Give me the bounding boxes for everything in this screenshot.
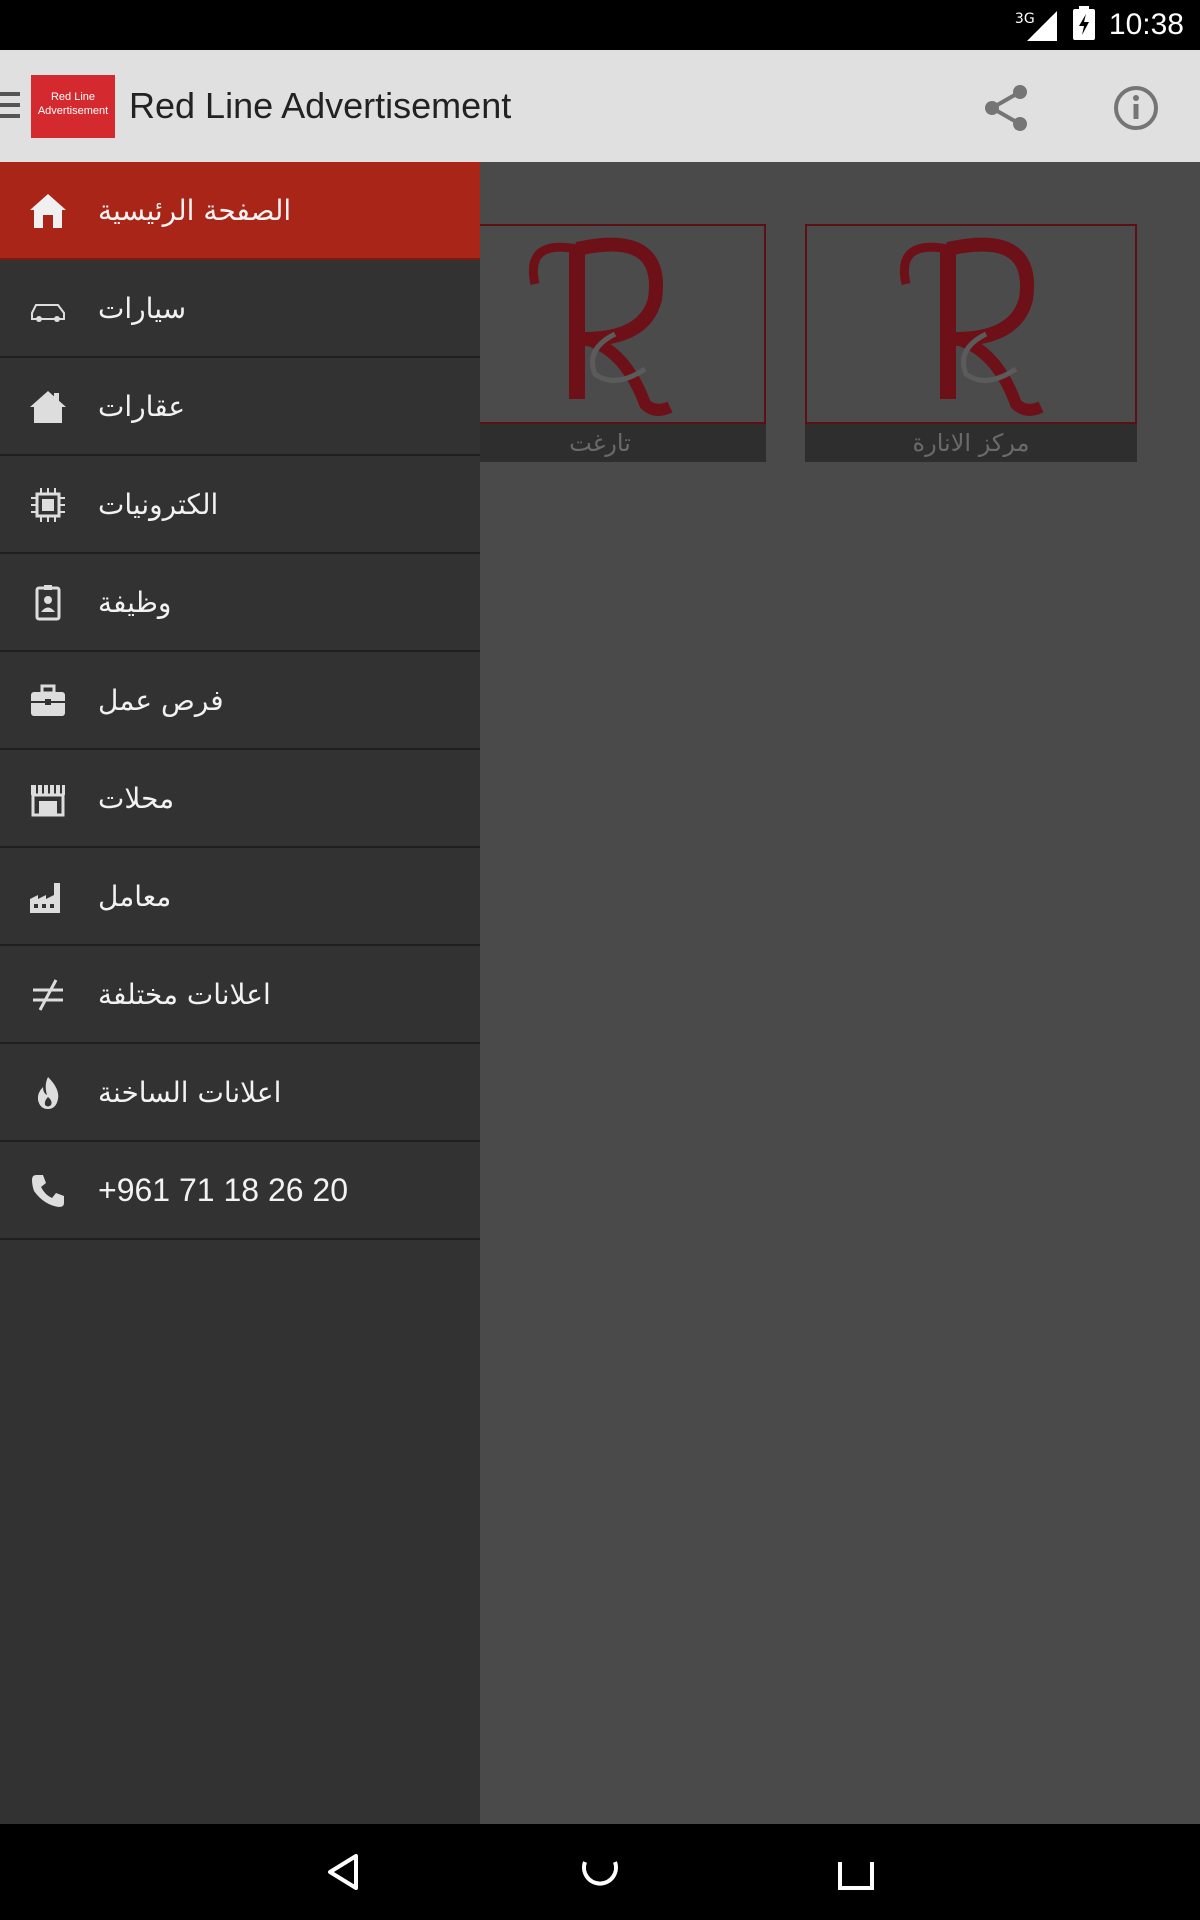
- phone-icon: [28, 1171, 68, 1211]
- card-label: مركز الانارة: [805, 424, 1137, 462]
- drawer-item-label: فرص عمل: [98, 683, 224, 717]
- share-icon[interactable]: [978, 80, 1034, 136]
- drawer-item-label: +961 71 18 26 20: [98, 1171, 349, 1208]
- drawer-item-job[interactable]: وظيفة: [0, 554, 480, 652]
- house-icon: [28, 387, 68, 427]
- drawer-item-label: وظيفة: [98, 585, 172, 619]
- recents-icon[interactable]: [828, 1844, 884, 1900]
- drawer-item-electronics[interactable]: الكترونيات: [0, 456, 480, 554]
- system-nav-bar: [0, 1824, 1200, 1920]
- drawer-item-home[interactable]: الصفحة الرئيسية: [0, 162, 480, 260]
- drawer-item-misc-ads[interactable]: اعلانات مختلفة: [0, 946, 480, 1044]
- signal-icon: 3G: [1015, 7, 1059, 43]
- drawer-item-label: اعلانات الساخنة: [98, 1075, 282, 1109]
- app-bar: Red Line Advertisement Red Line Advertis…: [0, 50, 1200, 162]
- home-icon: [28, 191, 68, 231]
- battery-icon: [1072, 6, 1095, 44]
- drawer-item-label: الصفحة الرئيسية: [98, 193, 292, 227]
- drawer-item-shops[interactable]: محلات: [0, 750, 480, 848]
- drawer-item-label: سيارات: [98, 291, 187, 325]
- drawer-item-cars[interactable]: سيارات: [0, 260, 480, 358]
- factory-icon: [28, 877, 68, 917]
- status-bar: 3G 10:38: [0, 0, 1200, 50]
- drawer-item-label: محلات: [98, 781, 175, 815]
- app-logo: Red Line Advertisement: [31, 75, 115, 138]
- drawer-item-label: اعلانات مختلفة: [98, 977, 271, 1011]
- card-image: [805, 224, 1137, 424]
- status-time: 10:38: [1108, 8, 1184, 41]
- r-logo-icon: [528, 237, 673, 416]
- card-image: [434, 224, 766, 424]
- navigation-drawer: الصفحة الرئيسية سيارات عقارات الكترونيات…: [0, 162, 480, 1824]
- chip-icon: [28, 485, 68, 525]
- r-logo-icon: [899, 237, 1044, 416]
- store-icon: [28, 779, 68, 819]
- fire-icon: [28, 1073, 68, 1113]
- home-circle-icon[interactable]: [572, 1844, 628, 1900]
- ad-card[interactable]: تارغت: [434, 224, 766, 462]
- info-icon[interactable]: [1108, 80, 1164, 136]
- not-equal-icon: [28, 975, 68, 1015]
- drawer-item-phone[interactable]: +961 71 18 26 20: [0, 1142, 480, 1240]
- drawer-item-label: عقارات: [98, 389, 186, 423]
- briefcase-icon: [28, 681, 68, 721]
- status-indicators: 3G 10:38: [1015, 0, 1184, 50]
- car-icon: [28, 289, 68, 329]
- badge-icon: [28, 583, 68, 623]
- drawer-item-label: معامل: [98, 879, 172, 913]
- drawer-item-label: الكترونيات: [98, 487, 219, 521]
- menu-icon[interactable]: [0, 92, 20, 122]
- card-label: تارغت: [434, 424, 766, 462]
- drawer-item-real-estate[interactable]: عقارات: [0, 358, 480, 456]
- back-icon[interactable]: [316, 1844, 372, 1900]
- ad-card[interactable]: مركز الانارة: [805, 224, 1137, 462]
- app-title: Red Line Advertisement: [129, 85, 512, 126]
- drawer-item-hot-ads[interactable]: اعلانات الساخنة: [0, 1044, 480, 1142]
- drawer-item-factories[interactable]: معامل: [0, 848, 480, 946]
- network-type: 3G: [1014, 11, 1035, 27]
- drawer-item-work-opportunities[interactable]: فرص عمل: [0, 652, 480, 750]
